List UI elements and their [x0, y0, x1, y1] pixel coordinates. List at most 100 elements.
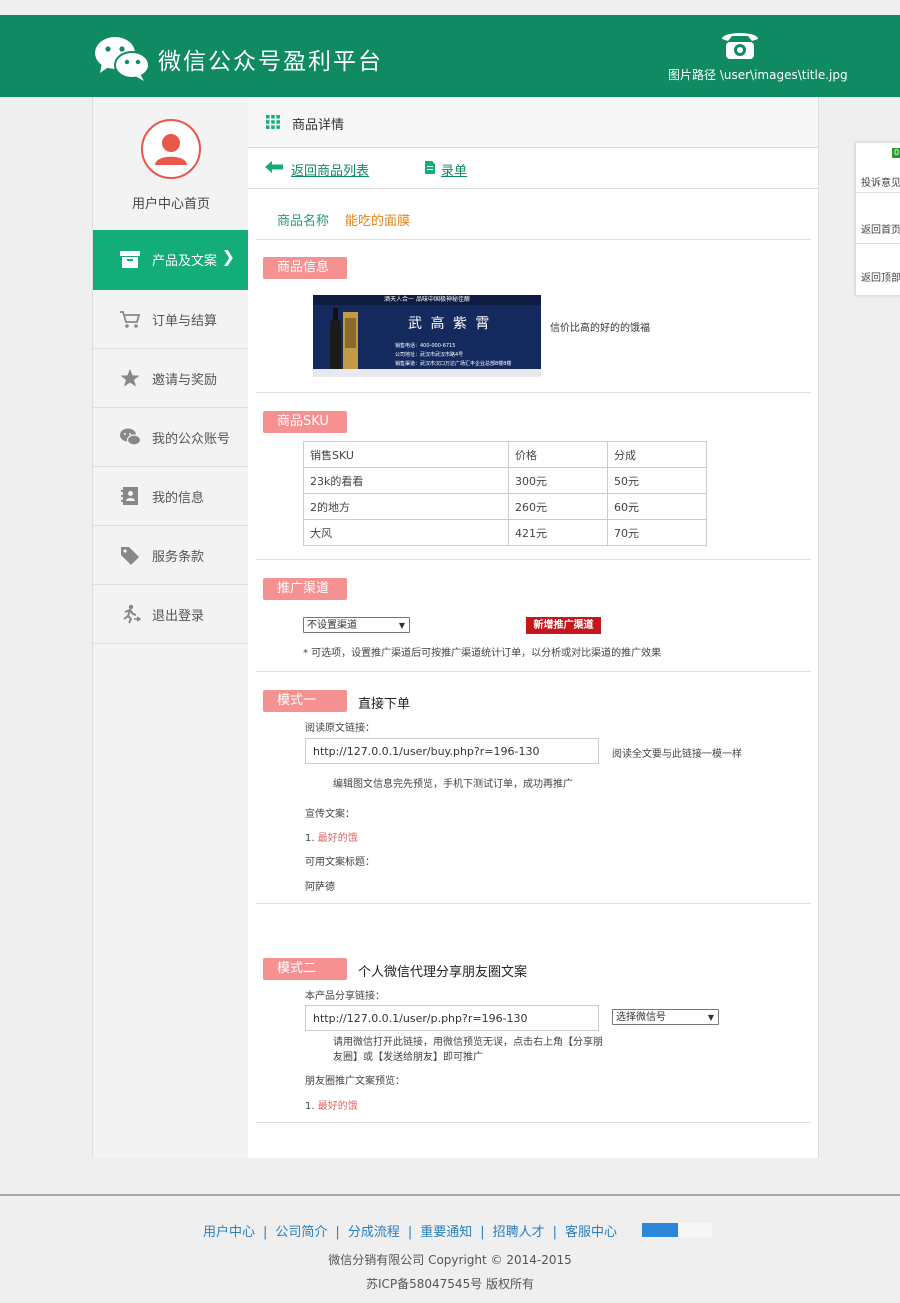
footer-links: 用户中心 | 公司简介 | 分成流程 | 重要通知 | 招聘人才 | 客服中心 — [203, 1225, 618, 1240]
table-cell: 大风 — [303, 519, 509, 546]
mode1-link-input[interactable]: http://127.0.0.1/user/buy.php?r=196-130 — [305, 738, 599, 764]
mode1-copy-label: 宣传文案： — [305, 809, 355, 820]
sidebar-item-label: 订单与结算 — [152, 314, 218, 329]
back-to-list-link[interactable]: 返回商品列表 — [265, 160, 369, 179]
sidebar-item-products[interactable]: 产品及文案 ❯ — [93, 230, 249, 290]
table-row: 23k的看看 300元 50元 — [303, 467, 707, 494]
table-header-cell: 分成 — [607, 441, 707, 468]
grid-icon — [266, 115, 280, 129]
complaint-link[interactable]: 投诉意见 — [861, 174, 900, 189]
mode2-preview-item: 1. 最好的饿 — [305, 1097, 358, 1112]
box-icon — [120, 251, 140, 268]
user-avatar-icon — [155, 134, 187, 165]
mode1-title-value: 阿萨德 — [305, 882, 335, 893]
divider — [256, 559, 811, 560]
sidebar-item-label: 退出登录 — [152, 609, 205, 624]
sidebar-item-label: 邀请与奖励 — [152, 373, 218, 388]
footer-link-user-center[interactable]: 用户中心 — [203, 1225, 255, 1240]
footer-icp: 苏ICP备58047545号 版权所有 — [365, 1277, 535, 1291]
wechat-account-select[interactable]: 选择微信号 ▼ — [612, 1009, 719, 1025]
footer-widget[interactable] — [642, 1223, 678, 1237]
sidebar-item-label: 服务条款 — [152, 550, 205, 565]
table-cell: 2的地方 — [303, 493, 509, 520]
back-to-top-link[interactable]: 返回顶部 — [861, 269, 900, 284]
record-order-link[interactable]: 录单 — [423, 160, 467, 179]
banner-top-text: 酒天人合一 品味中国极神秘佳酿 — [313, 295, 541, 305]
copy-text: 最好的饿 — [317, 833, 358, 844]
avatar[interactable] — [141, 119, 201, 179]
bottle-icon — [330, 308, 358, 372]
product-name-value: 能吃的面膜 — [345, 214, 411, 229]
page-title-bar: 商品详情 — [248, 97, 818, 148]
banner-line: 销售电话：400-000-6715 — [395, 343, 456, 349]
arrow-left-icon — [265, 161, 283, 173]
contact-card-icon — [121, 487, 138, 505]
sidebar-item-invite[interactable]: 邀请与奖励 — [93, 349, 249, 408]
section-tag-product-info: 商品信息 — [263, 257, 347, 279]
sku-table: 销售SKU 价格 分成 23k的看看 300元 50元 2的地方 260元 60… — [303, 441, 707, 546]
footer-link-process[interactable]: 分成流程 — [348, 1225, 400, 1240]
channel-note: * 可选项，设置推广渠道后可按推广渠道统计订单，以分析或对比渠道的推广效果 — [303, 648, 662, 659]
table-header-row: 销售SKU 价格 分成 — [303, 441, 707, 468]
table-cell: 60元 — [607, 493, 707, 520]
divider — [256, 903, 811, 904]
sidebar-item-logout[interactable]: 退出登录 — [93, 585, 249, 644]
mode2-link-input[interactable]: http://127.0.0.1/user/p.php?r=196-130 — [305, 1005, 599, 1031]
header-bar: 微信公众号盈利平台 图片路径 \user\images\title.jpg — [0, 15, 900, 97]
table-cell: 50元 — [607, 467, 707, 494]
table-header-cell: 销售SKU — [303, 441, 509, 468]
channel-select-value: 不设置渠道 — [307, 620, 357, 631]
sidebar-item-myinfo[interactable]: 我的信息 — [93, 467, 249, 526]
tag-icon — [121, 547, 139, 565]
divider — [856, 192, 900, 193]
mode2-hint-line: 友圈】或【发送给朋友】即可推广 — [333, 1052, 483, 1063]
table-cell: 70元 — [607, 519, 707, 546]
cart-icon — [120, 311, 141, 328]
table-header-cell: 价格 — [508, 441, 608, 468]
mode1-name: 直接下单 — [358, 697, 411, 712]
footer-link-jobs[interactable]: 招聘人才 — [493, 1225, 545, 1240]
sidebar-item-orders[interactable]: 订单与结算 — [93, 290, 249, 349]
table-cell: 421元 — [508, 519, 608, 546]
mode1-title-label: 可用文案标题： — [305, 857, 375, 868]
banner-line: 销售渠道：武汉市汉口万达广场汇丰企业总部8楼8楼 — [395, 361, 512, 367]
mode2-hint-line: 请用微信打开此链接，用微信预览无误，点击右上角【分享朋 — [333, 1037, 603, 1048]
section-tag-mode2: 模式二 — [263, 958, 347, 980]
footer-link-about[interactable]: 公司简介 — [275, 1225, 327, 1240]
sidebar-item-terms[interactable]: 服务条款 — [93, 526, 249, 585]
table-row: 2的地方 260元 60元 — [303, 493, 707, 520]
running-man-icon — [123, 604, 141, 624]
divider — [256, 1122, 811, 1123]
new-channel-button[interactable]: 新增推广渠道 — [526, 617, 601, 634]
footer-link-notices[interactable]: 重要通知 — [420, 1225, 472, 1240]
footer-copyright: 微信分销有限公司 Copyright © 2014-2015 — [328, 1253, 572, 1267]
star-icon — [120, 369, 140, 387]
footer-link-support[interactable]: 客服中心 — [565, 1225, 617, 1240]
back-home-link[interactable]: 返回首页 — [861, 221, 900, 236]
sidebar-item-accounts[interactable]: 我的公众账号 — [93, 408, 249, 467]
chevron-right-icon: ❯ — [221, 247, 235, 266]
user-center-link[interactable]: 用户中心首页 — [93, 193, 249, 212]
telephone-icon — [722, 33, 758, 59]
mode2-name: 个人微信代理分享朋友圈文案 — [358, 965, 528, 980]
floating-side-panel: 0 投诉意见 返回首页 返回顶部 — [855, 142, 900, 296]
channel-select[interactable]: 不设置渠道 ▼ — [303, 617, 410, 633]
sidebar-item-label: 产品及文案 — [152, 254, 218, 269]
divider — [256, 671, 811, 672]
mode2-link-label: 本产品分享链接： — [305, 991, 385, 1002]
sidebar: 用户中心首页 产品及文案 ❯ 订单与结算 邀请与奖励 我的公众账号 我的信息 服… — [92, 97, 250, 1158]
mode1-copy-item: 1. 最好的饿 — [305, 829, 358, 844]
table-row: 大风 421元 70元 — [303, 519, 707, 546]
table-cell: 300元 — [508, 467, 608, 494]
brand-title: 微信公众号盈利平台 — [158, 49, 383, 75]
page-title: 商品详情 — [292, 118, 345, 133]
main-content: 商品详情 返回商品列表 录单 商品名称 能吃的面膜 商品信息 酒天人合一 品味中… — [248, 97, 819, 1158]
wechat-logo-icon — [95, 37, 150, 81]
sidebar-item-label: 我的信息 — [152, 491, 205, 506]
product-name-label: 商品名称 — [277, 214, 330, 229]
table-cell: 260元 — [508, 493, 608, 520]
sidebar-menu: 产品及文案 ❯ 订单与结算 邀请与奖励 我的公众账号 我的信息 服务条款 退出登… — [93, 230, 249, 644]
section-tag-channel: 推广渠道 — [263, 578, 347, 600]
count-badge: 0 — [892, 148, 900, 158]
dropdown-caret-icon: ▼ — [707, 1013, 714, 1022]
